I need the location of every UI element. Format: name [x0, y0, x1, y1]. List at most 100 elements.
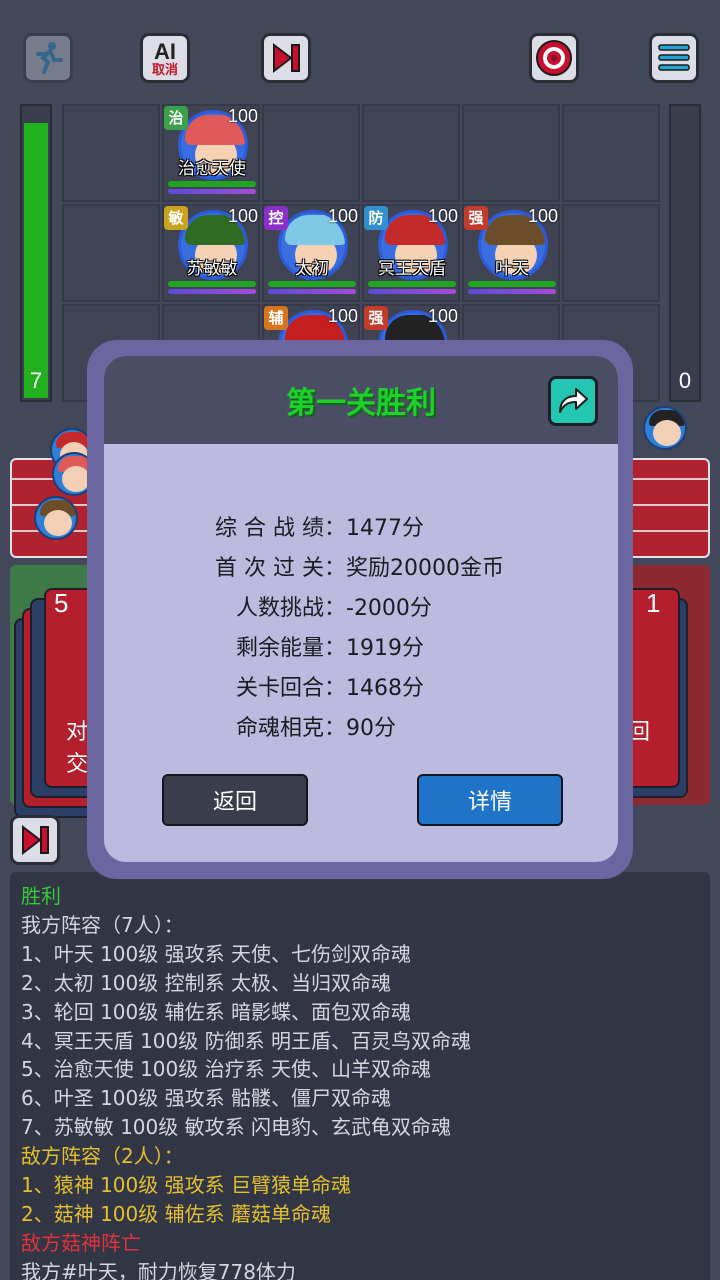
- score-label: 命魂相克：: [235, 716, 346, 741]
- enemy-card-count: 1: [646, 588, 661, 618]
- back-button[interactable]: 返回: [162, 774, 308, 826]
- score-label: 剩余能量：: [235, 636, 346, 661]
- hero-hp-bar: [468, 281, 556, 287]
- log-line: 敌方菇神阵亡: [21, 1230, 141, 1255]
- target-icon: [536, 40, 572, 76]
- player-token: [34, 496, 78, 546]
- skip-turn-button[interactable]: [261, 33, 311, 83]
- score-value: 1468分: [346, 676, 424, 701]
- score-label: 关卡回合：: [235, 676, 346, 701]
- board-cell[interactable]: [462, 104, 560, 202]
- hero-role-badge: 控: [264, 206, 288, 230]
- log-line: 1、猿神 100级 强攻系 巨臂猿单命魂: [21, 1173, 351, 1198]
- score-row: 剩余能量：1919分: [208, 630, 424, 662]
- hero-role-badge: 敏: [164, 206, 188, 230]
- player-energy-value: 7: [29, 368, 43, 393]
- log-line: 3、轮回 100级 辅佐系 暗影蝶、面包双命魂: [21, 999, 411, 1024]
- hero-unit[interactable]: 控 100 太初: [264, 204, 360, 300]
- skip-icon: [273, 42, 300, 74]
- menu-icon: [658, 44, 690, 71]
- player-card-text: 对: [66, 720, 89, 745]
- hero-name: 太初: [295, 259, 329, 279]
- log-line: 2、菇神 100级 辅佐系 蘑菇单命魂: [21, 1201, 331, 1226]
- board-cell[interactable]: [362, 104, 460, 202]
- hero-level: 100: [227, 206, 258, 226]
- hero-level: 100: [327, 306, 358, 326]
- hero-name: 冥王天盾: [378, 259, 446, 279]
- score-value: 奖励20000金币: [346, 556, 504, 581]
- hero-level: 100: [227, 106, 258, 126]
- log-line: 7、苏敏敏 100级 敏攻系 闪电豹、玄武龟双命魂: [21, 1115, 451, 1140]
- board-cell[interactable]: [62, 204, 160, 302]
- hero-level: 100: [427, 306, 458, 326]
- share-button[interactable]: [548, 376, 598, 426]
- hero-hp-bar: [168, 281, 256, 287]
- score-label: 首 次 过 关：: [215, 556, 346, 581]
- log-line: 6、叶圣 100级 强攻系 骷髅、僵尸双命魂: [21, 1086, 391, 1111]
- log-line: 5、治愈天使 100级 治疗系 天使、山羊双命魂: [21, 1057, 431, 1082]
- hero-mp-bar: [168, 189, 256, 194]
- score-row: 首 次 过 关：奖励20000金币: [208, 550, 504, 582]
- share-arrow-icon: [559, 388, 588, 413]
- hero-level: 100: [327, 206, 358, 226]
- hero-mp-bar: [168, 289, 256, 294]
- score-row: 综 合 战 绩：1477分: [208, 510, 424, 542]
- score-row: 命魂相克：90分: [208, 710, 396, 742]
- ai-cancel-button[interactable]: AI 取消: [140, 33, 190, 83]
- score-row: 关卡回合：1468分: [208, 670, 424, 702]
- hero-unit[interactable]: 敏 100 苏敏敏: [164, 204, 260, 300]
- score-value: -2000分: [346, 596, 432, 621]
- player-energy-fill: [24, 122, 48, 398]
- hero-hp-bar: [268, 281, 356, 287]
- enemy-energy-value: 0: [678, 368, 692, 393]
- board-cell[interactable]: [262, 104, 360, 202]
- target-button[interactable]: [529, 33, 579, 83]
- hero-unit[interactable]: 防 100 冥王天盾: [364, 204, 460, 300]
- hero-role-badge: 辅: [264, 306, 288, 330]
- dialog-title: 第一关胜利: [286, 386, 436, 421]
- board-cell[interactable]: [562, 204, 660, 302]
- end-turn-button[interactable]: [10, 815, 60, 865]
- enemy-energy-bar: 0: [669, 104, 701, 402]
- hero-role-badge: 防: [364, 206, 388, 230]
- score-row: 人数挑战：-2000分: [208, 590, 432, 622]
- dialog-header: 第一关胜利: [104, 356, 618, 444]
- running-man-icon: [36, 42, 63, 74]
- run-button[interactable]: [23, 33, 73, 83]
- ai-label: AI: [153, 38, 176, 64]
- enemy-token: [643, 406, 687, 456]
- score-label: 综 合 战 绩：: [215, 516, 346, 541]
- board-cell[interactable]: [62, 104, 160, 202]
- battle-log[interactable]: 胜利 我方阵容（7人）： 1、叶天 100级 强攻系 天使、七伤剑双命魂 2、太初 1…: [10, 872, 710, 1280]
- hero-unit[interactable]: 治 100 治愈天使: [164, 104, 260, 200]
- hero-hp-bar: [168, 181, 256, 187]
- score-label: 人数挑战：: [235, 596, 346, 621]
- hero-name: 苏敏敏: [186, 259, 238, 279]
- log-line: 2、太初 100级 控制系 太极、当归双命魂: [21, 970, 391, 995]
- hero-unit[interactable]: 强 100 叶天: [464, 204, 560, 300]
- board-cell[interactable]: [562, 104, 660, 202]
- victory-dialog: 第一关胜利 综 合 战 绩：1477分首 次 过 关：奖励20000金币 人数挑战…: [104, 356, 618, 862]
- log-line: 我方#叶天，耐力恢复778体力: [21, 1259, 296, 1280]
- ai-cancel-label: 取消: [151, 61, 178, 77]
- menu-button[interactable]: [649, 33, 699, 83]
- hero-name: 叶天: [495, 259, 529, 279]
- hero-role-badge: 治: [164, 106, 188, 130]
- player-card-text: 交: [66, 752, 89, 777]
- hero-hp-bar: [368, 281, 456, 287]
- hero-name: 治愈天使: [178, 159, 246, 179]
- score-value: 90分: [346, 716, 396, 741]
- player-card-count: 5: [54, 588, 69, 618]
- log-line: 4、冥王天盾 100级 防御系 明王盾、百灵鸟双命魂: [21, 1028, 471, 1053]
- details-button[interactable]: 详情: [417, 774, 563, 826]
- score-value: 1919分: [346, 636, 424, 661]
- hero-role-badge: 强: [364, 306, 388, 330]
- log-line: 我方阵容（7人）：: [21, 912, 184, 937]
- player-energy-bar: 7: [20, 104, 52, 402]
- skip-icon: [22, 824, 49, 856]
- hero-role-badge: 强: [464, 206, 488, 230]
- hero-mp-bar: [368, 289, 456, 294]
- score-value: 1477分: [346, 516, 424, 541]
- log-line: 敌方阵容（2人）：: [21, 1144, 184, 1169]
- hero-level: 100: [527, 206, 558, 226]
